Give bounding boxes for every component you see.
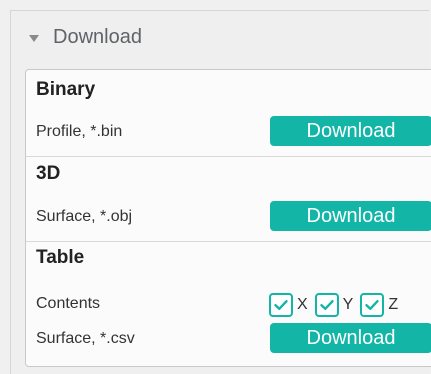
contents-label: Contents — [36, 295, 101, 312]
check-icon — [365, 300, 380, 310]
3d-section: 3D Surface, *.obj Download — [26, 156, 431, 241]
checkbox-x-label: X — [297, 296, 308, 313]
3d-section-title: 3D — [36, 163, 61, 184]
binary-file-label: Profile, *.bin — [36, 123, 123, 140]
checkbox-y[interactable]: Y — [314, 293, 354, 317]
table-section-title: Table — [36, 247, 85, 268]
download-panel-header-label: Download — [53, 25, 142, 48]
checkbox-z-box[interactable] — [360, 293, 385, 317]
checkbox-x[interactable]: X — [269, 293, 308, 317]
download-panel: Download Binary Profile, *.bin Download … — [10, 10, 431, 374]
download-card: Binary Profile, *.bin Download 3D Surfac… — [25, 69, 431, 367]
binary-download-button[interactable]: Download — [270, 116, 431, 146]
table-file-label: Surface, *.csv — [36, 330, 135, 347]
table-download-button[interactable]: Download — [270, 323, 431, 353]
table-section: Table Contents X Y Z Surface, *.csv Down… — [26, 241, 431, 366]
3d-file-label: Surface, *.obj — [36, 208, 133, 225]
checkbox-x-box[interactable] — [269, 293, 293, 317]
binary-section: Binary Profile, *.bin Download — [26, 70, 431, 156]
checkbox-y-label: Y — [342, 296, 354, 313]
check-icon — [274, 300, 288, 310]
checkbox-z[interactable]: Z — [360, 293, 398, 317]
3d-download-button[interactable]: Download — [270, 201, 431, 231]
axis-checkboxes: X Y Z — [269, 291, 398, 319]
triangle-down-icon — [29, 35, 39, 42]
contents-row: Contents X Y Z — [26, 291, 431, 319]
download-panel-header[interactable]: Download — [11, 11, 429, 63]
checkbox-z-label: Z — [388, 296, 399, 313]
checkbox-y-box[interactable] — [314, 293, 339, 317]
check-icon — [319, 300, 334, 310]
binary-section-title: Binary — [36, 79, 96, 100]
